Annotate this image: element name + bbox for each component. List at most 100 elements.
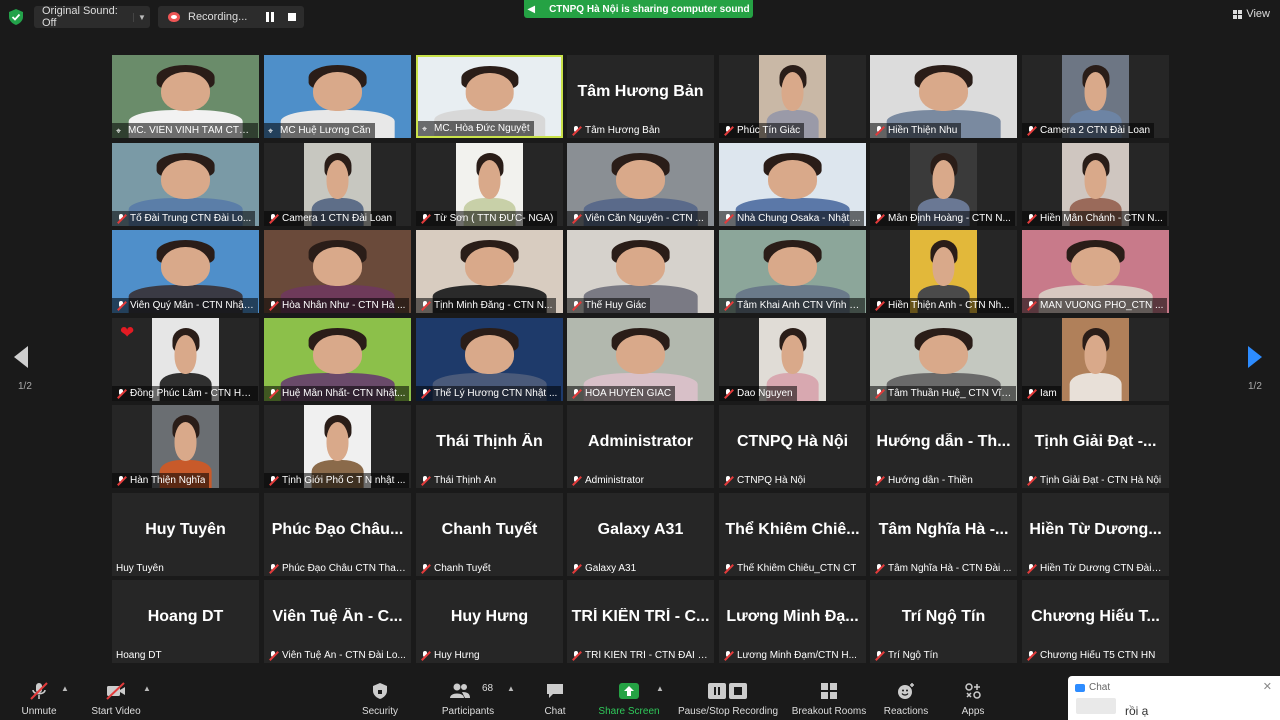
participant-tile[interactable]: Từ Sơn ( TTN ĐỨC- NGA) [416,143,563,226]
view-button[interactable]: View [1233,8,1270,20]
participant-tile[interactable]: MAN VUONG PHO_CTN ... [1022,230,1169,313]
participant-name: Galaxy A31 [585,563,637,574]
participants-chevron-icon[interactable]: ▲ [507,684,515,693]
participant-tile[interactable]: Tâm Thuần Huệ_ CTN Vĩn... [870,318,1017,401]
participant-tile[interactable]: Mẫn Định Hoàng - CTN N... [870,143,1017,226]
participant-name-bar: Dao Nguyen [719,386,797,401]
participant-tile[interactable]: Tâm Nghĩa Hà -... Tâm Nghĩa Hà - CTN Đài … [870,493,1017,576]
participant-tile[interactable]: Chanh Tuyết Chanh Tuyết [416,493,563,576]
share-options-chevron-icon[interactable]: ▲ [656,684,664,693]
participant-name-bar: Trí Ngộ Tín [870,648,942,663]
participant-tile[interactable]: Nhà Chung Osaka - Nhật ... [719,143,866,226]
apps-icon [965,683,981,699]
muted-mic-icon [571,213,582,224]
participant-tile[interactable]: Tổ Đài Trung CTN Đài Lo... [112,143,259,226]
muted-mic-icon [420,650,431,661]
muted-mic-icon [723,475,734,486]
participant-tile[interactable]: Hiền Thiện Anh - CTN Nh... [870,230,1017,313]
participant-tile[interactable]: Phúc Tín Giác [719,55,866,138]
participant-tile[interactable]: Tịnh Minh Đăng - CTN N... [416,230,563,313]
participant-tile[interactable]: TRÍ KIÊN TRÍ - C... TRÍ KIÊN TRÍ - CTN ĐÀ… [567,580,714,663]
participant-name: Chanh Tuyết [434,563,491,574]
participant-tile[interactable]: CTNPQ Hà Nội CTNPQ Hà Nội [719,405,866,488]
chevron-down-icon[interactable]: ▼ [133,12,150,22]
participant-tile[interactable]: Tâm Khai Anh CTN Vĩnh P... [719,230,866,313]
encryption-shield-icon[interactable] [9,9,23,25]
original-sound-toggle[interactable]: Original Sound: Off ▼ [34,5,150,29]
participant-tile[interactable]: Chương Hiếu T... Chương Hiếu T5 CTN HN [1022,580,1169,663]
pause-recording-icon[interactable] [266,12,274,22]
participant-tile[interactable]: Huệ Mẫn Nhất- CTN Nhật... [264,318,411,401]
previous-page-arrow-icon[interactable] [14,346,28,368]
participant-tile[interactable]: ⌖ MC. Hòa Đức Nguyệt [416,55,563,138]
participant-name: Thể Khiêm Chiêu_CTN CT [737,563,857,574]
participant-tile[interactable]: Tịnh Giới Phổ C T N nhật ... [264,405,411,488]
participant-tile[interactable]: Hàn Thiện Nghĩa [112,405,259,488]
participant-display-name: Chanh Tuyết [441,521,538,538]
participant-name: Đồng Phúc Lâm - CTN Hà... [130,388,254,399]
participant-tile[interactable]: Viên Quý Mẫn - CTN Nhật... [112,230,259,313]
participant-tile[interactable]: Hiền Từ Dương... Hiền Từ Dương CTN Đài L.… [1022,493,1169,576]
participant-tile[interactable]: Thể Khiêm Chiê... Thể Khiêm Chiêu_CTN CT [719,493,866,576]
cloud-recording-icon [168,12,180,22]
participant-tile[interactable]: Lương Minh Đạ... Lương Minh Đạm/CTN H... [719,580,866,663]
participant-tile[interactable]: Camera 1 CTN Đài Loan [264,143,411,226]
participant-tile[interactable]: HÒA HUYỀN GIÁC [567,318,714,401]
participant-tile[interactable]: Trí Ngộ Tín Trí Ngộ Tín [870,580,1017,663]
participant-tile[interactable]: Viên Căn Nguyên - CTN ... [567,143,714,226]
participant-name-bar: Nhà Chung Osaka - Nhật ... [719,211,865,226]
next-page-arrow-icon[interactable] [1248,346,1262,368]
close-icon[interactable]: ✕ [1263,680,1272,693]
participant-tile[interactable]: Hoang DT Hoang DT [112,580,259,663]
participant-tile[interactable]: Tâm Hương Bản Tâm Hương Bản [567,55,714,138]
security-button[interactable]: Security [354,672,406,720]
participant-name-bar: Từ Sơn ( TTN ĐỨC- NGA) [416,211,558,226]
pause-stop-recording-button[interactable]: Pause/Stop Recording [674,672,782,720]
participant-tile[interactable]: Hiền Thiện Nhu [870,55,1017,138]
participant-name-bar: Phúc Tín Giác [719,123,805,138]
participants-button[interactable]: 68 Participants [436,672,500,720]
video-options-chevron-icon[interactable]: ▲ [143,684,151,693]
participant-tile[interactable]: Huy Tuyên Huy Tuyên [112,493,259,576]
start-video-button[interactable]: Start Video [86,672,146,720]
participant-tile[interactable]: Phúc Đạo Châu... Phúc Đạo Châu CTN Than..… [264,493,411,576]
participant-tile[interactable]: Thể Huy Giác [567,230,714,313]
participant-tile[interactable]: Thể Lý Hương CTN Nhật ... [416,318,563,401]
participant-tile[interactable]: Huy Hưng Huy Hưng [416,580,563,663]
participant-tile[interactable]: Viên Tuệ Ân - C... Viên Tuệ Ân - CTN Đài … [264,580,411,663]
participant-tile[interactable]: Tịnh Giải Đạt -... Tịnh Giải Đạt - CTN Hà… [1022,405,1169,488]
participant-tile[interactable]: ❤ Đồng Phúc Lâm - CTN Hà... [112,318,259,401]
muted-mic-icon [268,300,279,311]
unmute-button[interactable]: Unmute [12,672,66,720]
participant-name: Administrator [585,475,644,486]
apps-button[interactable]: Apps [952,672,994,720]
participant-name-bar: ⌖ MC Huệ Lương Căn [264,123,375,138]
reactions-button[interactable]: Reactions [878,672,934,720]
participant-tile[interactable]: Hướng dẫn - Th... Hướng dẫn - Thiền [870,405,1017,488]
participant-name: Huệ Mẫn Nhất- CTN Nhật... [282,388,406,399]
participant-tile[interactable]: Thái Thịnh Ân Thái Thịnh Ân [416,405,563,488]
chat-button[interactable]: Chat [534,672,576,720]
participant-tile[interactable]: Hiền Mẫn Chánh - CTN N... [1022,143,1169,226]
participant-tile[interactable]: ⌖ MC Huệ Lương Căn [264,55,411,138]
participant-tile[interactable]: Administrator Administrator [567,405,714,488]
audio-options-chevron-icon[interactable]: ▲ [61,684,69,693]
share-screen-button[interactable]: Share Screen [596,672,662,720]
participant-name: Camera 1 CTN Đài Loan [282,213,393,224]
participant-name: Hiền Thiện Anh - CTN Nh... [888,300,1010,311]
muted-mic-icon [420,213,431,224]
participant-tile[interactable]: Camera 2 CTN Đài Loan [1022,55,1169,138]
breakout-rooms-button[interactable]: Breakout Rooms [788,672,870,720]
participant-tile[interactable]: Galaxy A31 Galaxy A31 [567,493,714,576]
chat-popup-title: Chat [1089,682,1111,693]
participant-display-name: Lương Minh Đạ... [726,608,859,625]
muted-mic-icon [1026,125,1037,136]
participant-tile[interactable]: Dao Nguyen [719,318,866,401]
participant-tile[interactable]: Iam [1022,318,1169,401]
stop-recording-icon[interactable] [288,13,296,21]
participant-tile[interactable]: ⌖ MC. VIÊN VINH TÂM CTN... [112,55,259,138]
chat-notification-popup[interactable]: Chat ✕ rồi ạ [1068,676,1280,720]
chat-message-preview: rồi ạ [1125,704,1149,718]
participant-tile[interactable]: Hòa Nhẫn Như - CTN Hà ... [264,230,411,313]
participant-name: Tổ Đài Trung CTN Đài Lo... [130,213,252,224]
